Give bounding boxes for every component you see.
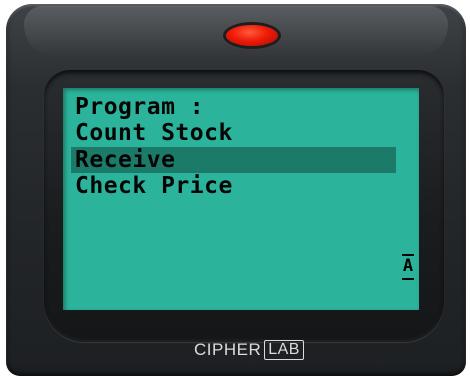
brand-prefix: CIPHER <box>194 340 262 359</box>
program-title: Program : <box>75 94 205 120</box>
input-mode-indicator: A <box>401 253 415 281</box>
menu-item-check-price[interactable]: Check Price <box>75 173 233 199</box>
menu-item-receive[interactable]: Receive <box>75 147 175 173</box>
lcd-screen: Program : Count Stock Receive Check Pric… <box>63 88 419 310</box>
indicator-overline <box>402 254 414 256</box>
indicator-underline <box>402 278 414 280</box>
input-mode-letter: A <box>402 256 414 276</box>
brand-logo: CIPHER LAB <box>194 338 304 362</box>
brand-suffix: LAB <box>264 340 304 360</box>
status-led <box>226 25 278 46</box>
menu-item-count-stock[interactable]: Count Stock <box>75 120 233 146</box>
